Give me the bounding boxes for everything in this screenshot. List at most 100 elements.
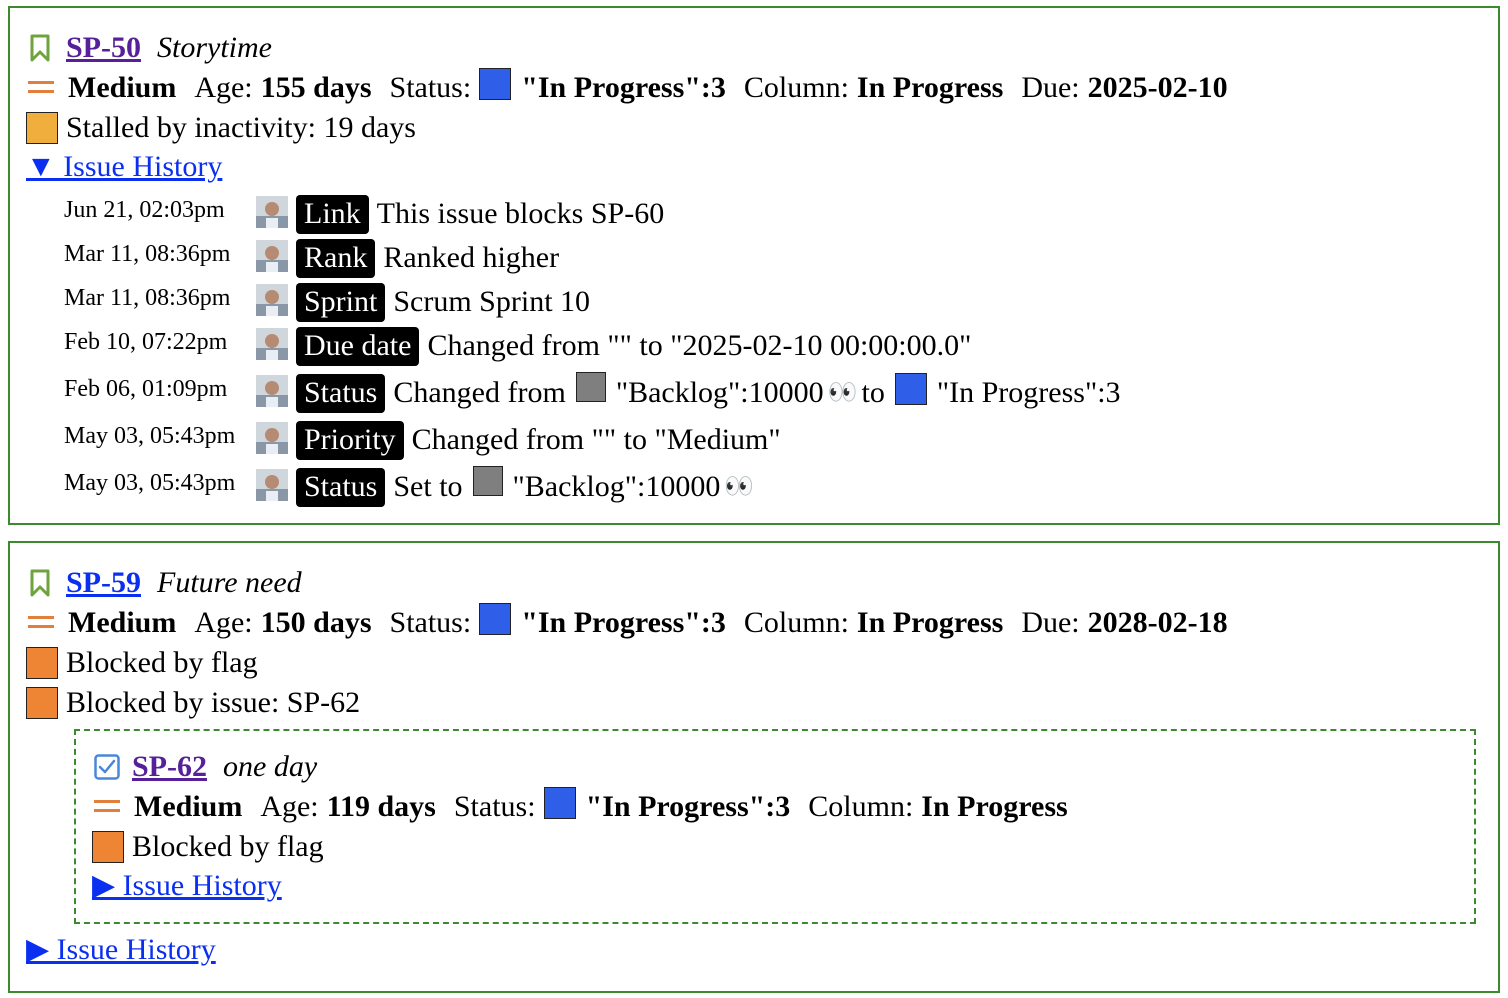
column-label: Column: [808, 790, 914, 823]
eyes-icon: 👀 [724, 473, 754, 500]
history-date: Mar 11, 08:36pm [64, 284, 231, 311]
issue-meta-row: Medium Age: 119 days Status: "In Progres… [92, 787, 1458, 827]
issue-history-toggle[interactable]: ▶ Issue History [26, 931, 216, 969]
age-value: 150 days [260, 606, 372, 639]
due-value: 2028-02-18 [1087, 606, 1228, 639]
history-entry: Mar 11, 08:36pm Sprint Scrum Sprint 10 [64, 280, 1482, 324]
issue-key-link[interactable]: SP-62 [132, 749, 207, 785]
history-date: Jun 21, 02:03pm [64, 196, 225, 223]
history-entry: Mar 11, 08:36pm Rank Ranked higher [64, 236, 1482, 280]
column-label: Column: [743, 606, 849, 639]
in-progress-status-swatch [894, 373, 927, 405]
warning-row: Blocked by flag [92, 827, 1458, 867]
history-date: Mar 11, 08:36pm [64, 240, 231, 267]
user-avatar [256, 196, 288, 228]
issue-summary: Storytime [157, 31, 272, 64]
column-value: In Progress [856, 71, 1004, 104]
status-value: "In Progress":3 [585, 790, 791, 823]
age-label: Age: [194, 71, 253, 104]
history-type-tag: Link [296, 194, 369, 234]
backlog-status-swatch [575, 372, 606, 402]
history-from-value: "Backlog":10000 [512, 470, 721, 503]
history-entry: May 03, 05:43pm Priority Changed from ""… [64, 418, 1482, 462]
warning-row: Stalled by inactivity: 19 days [26, 108, 1482, 148]
history-prefix: Set to [393, 470, 463, 503]
history-type-tag: Status [296, 467, 386, 507]
due-label: Due: [1021, 606, 1080, 639]
issue-history-toggle[interactable]: ▼ Issue History [26, 148, 1482, 186]
history-text: This issue blocks SP-60 [376, 197, 665, 230]
warning-text: Blocked by flag [66, 646, 258, 679]
warning-text: Blocked by flag [132, 830, 324, 863]
user-avatar [256, 422, 288, 454]
bookmark-icon [30, 34, 50, 62]
blocked-indicator [26, 687, 58, 719]
warning-text: Blocked by issue: SP-62 [66, 686, 361, 719]
history-from-value: "Backlog":10000 [615, 376, 824, 409]
issue-key-link[interactable]: SP-59 [66, 565, 141, 601]
checkbox-icon [94, 754, 120, 780]
user-avatar [256, 469, 288, 501]
column-value: In Progress [921, 790, 1068, 823]
due-value: 2025-02-10 [1087, 71, 1228, 104]
status-value: "In Progress":3 [521, 71, 726, 104]
warning-row: Blocked by issue: SP-62 [26, 683, 1482, 723]
issue-title-row: SP-59 Future need [26, 565, 1482, 601]
history-type-tag: Due date [296, 326, 420, 366]
priority-medium-icon [28, 78, 54, 98]
issue-card-sp-59: SP-59 Future need Medium Age: 150 days S… [8, 541, 1500, 993]
history-prefix: Changed from [393, 376, 566, 409]
issue-meta-row: Medium Age: 155 days Status: "In Progres… [26, 68, 1482, 108]
age-label: Age: [260, 790, 319, 823]
issue-history-list: Jun 21, 02:03pm Link This issue blocks S… [64, 192, 1482, 512]
history-date: May 03, 05:43pm [64, 469, 236, 496]
history-to-word: to [861, 376, 885, 409]
warning-row: Blocked by flag [26, 643, 1482, 683]
user-avatar [256, 375, 288, 407]
eyes-icon: 👀 [827, 379, 858, 406]
history-date: May 03, 05:43pm [64, 422, 236, 449]
user-avatar [256, 240, 288, 272]
blocking-issue-card-sp-62: SP-62 one day Medium Age: 119 days Statu… [74, 729, 1476, 924]
status-color-swatch [479, 603, 512, 635]
issue-history-toggle[interactable]: ▶ Issue History [92, 867, 1458, 905]
history-text: Changed from "" to "Medium" [411, 423, 781, 456]
history-text: Scrum Sprint 10 [393, 285, 591, 318]
bookmark-icon [30, 569, 50, 597]
column-value: In Progress [856, 606, 1004, 639]
history-type-tag: Status [296, 373, 386, 413]
history-text: Ranked higher [383, 241, 560, 274]
history-type-tag: Priority [296, 420, 404, 460]
due-label: Due: [1021, 71, 1080, 104]
history-to-value: "In Progress":3 [936, 376, 1121, 409]
backlog-status-swatch [472, 466, 503, 496]
issue-title-row: SP-62 one day [92, 749, 1458, 785]
age-value: 119 days [326, 790, 436, 823]
status-color-swatch [543, 787, 576, 819]
blocked-indicator [92, 831, 124, 863]
warning-text: Stalled by inactivity: 19 days [66, 111, 416, 144]
status-label: Status: [389, 606, 472, 639]
status-label: Status: [453, 790, 536, 823]
status-color-swatch [479, 68, 512, 100]
blocked-indicator [26, 647, 58, 679]
issue-summary: one day [223, 750, 318, 783]
user-avatar [256, 328, 288, 360]
column-label: Column: [743, 71, 849, 104]
history-type-tag: Sprint [296, 282, 386, 322]
issue-meta-row: Medium Age: 150 days Status: "In Progres… [26, 603, 1482, 643]
history-date: Feb 10, 07:22pm [64, 328, 228, 355]
priority-label: Medium [68, 71, 177, 104]
status-label: Status: [389, 71, 472, 104]
priority-medium-icon [94, 797, 120, 817]
history-type-tag: Rank [296, 238, 376, 278]
age-value: 155 days [260, 71, 372, 104]
history-entry: Feb 10, 07:22pm Due date Changed from ""… [64, 324, 1482, 368]
stalled-indicator [26, 112, 58, 144]
status-value: "In Progress":3 [521, 606, 726, 639]
age-label: Age: [194, 606, 253, 639]
issue-key-link[interactable]: SP-50 [66, 30, 141, 66]
history-date: Feb 06, 01:09pm [64, 375, 228, 402]
history-text: Changed from "" to "2025-02-10 00:00:00.… [427, 329, 972, 362]
user-avatar [256, 284, 288, 316]
